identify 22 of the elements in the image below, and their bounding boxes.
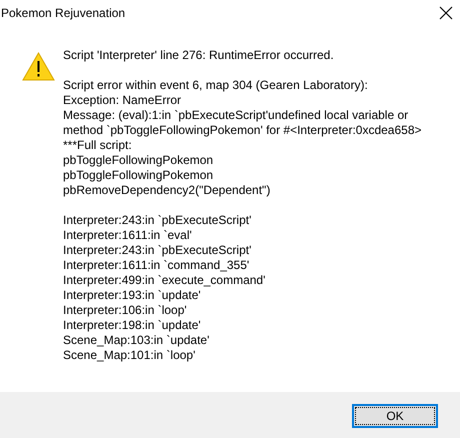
- ok-button[interactable]: OK: [352, 404, 438, 428]
- message-line: Interpreter:243:in `pbExecuteScript': [63, 213, 252, 228]
- message-line: pbRemoveDependency2("Dependent"): [63, 183, 272, 198]
- message-line: Scene_Map:101:in `loop': [63, 348, 196, 363]
- message-line: Interpreter:106:in `loop': [63, 303, 188, 318]
- message-line: Interpreter:1611:in `eval': [63, 228, 193, 243]
- message-line: Exception: NameError: [63, 93, 182, 108]
- window-title: Pokemon Rejuvenation: [1, 6, 126, 20]
- message-line: Message: (eval):1:in `pbExecuteScript'undefined local variable or method `pbToggleFollowingPokemon' for #<Interpreter:0xcdea658>: [63, 108, 423, 138]
- message-line: ***Full script:: [63, 138, 133, 153]
- close-icon[interactable]: [438, 5, 454, 21]
- message-line: Interpreter:243:in `pbExecuteScript': [63, 243, 252, 258]
- warning-icon: [22, 52, 55, 81]
- message-line: Script 'Interpreter' line 276: RuntimeError occurred.: [63, 48, 335, 63]
- message-line: Script error within event 6, map 304 (Gearen Laboratory):: [63, 78, 369, 93]
- message-line: Interpreter:1611:in `command_355': [63, 258, 250, 273]
- message-line: Interpreter:198:in `update': [63, 318, 202, 333]
- message-line: Scene_Map:103:in `update': [63, 333, 210, 348]
- message-line: Interpreter:499:in `execute_command': [63, 273, 266, 288]
- message-line: pbToggleFollowingPokemon: [63, 153, 214, 168]
- message-line: Interpreter:193:in `update': [63, 288, 202, 303]
- message-line: pbToggleFollowingPokemon: [63, 168, 214, 183]
